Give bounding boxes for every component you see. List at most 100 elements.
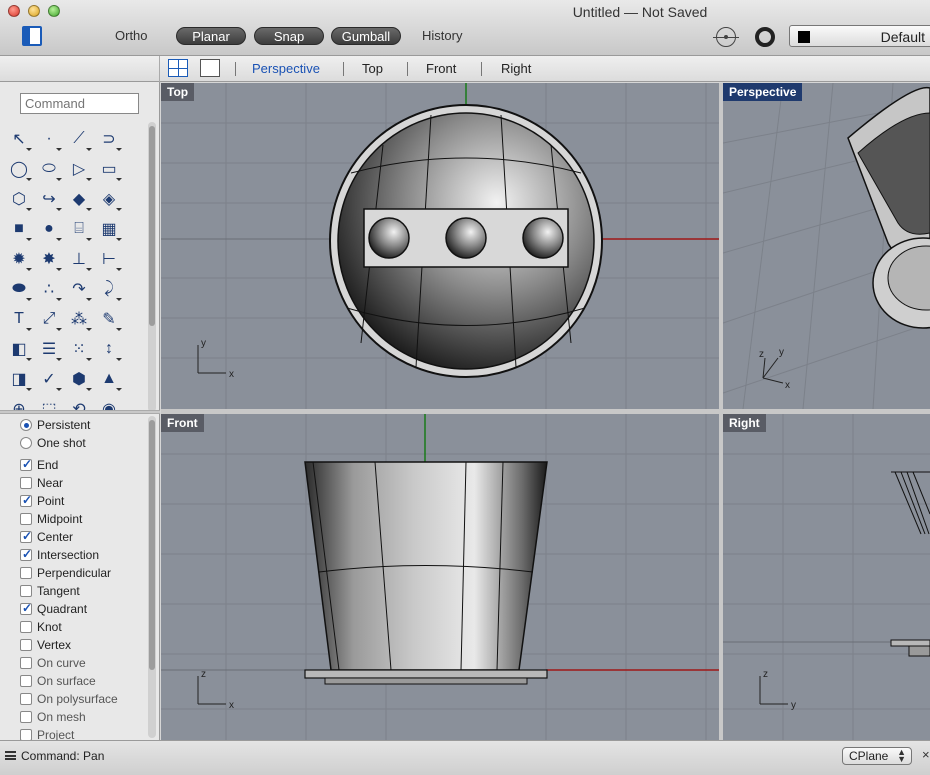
circle-icon[interactable]: ◯ <box>6 156 32 182</box>
single-view-icon[interactable] <box>200 59 220 77</box>
close-window-button[interactable] <box>8 5 20 17</box>
minimize-window-button[interactable] <box>28 5 40 17</box>
fillet-edge-icon[interactable]: ⤸ <box>96 276 122 302</box>
osnap-scroll-thumb[interactable] <box>149 420 155 670</box>
array-icon[interactable]: ⁂ <box>66 306 92 332</box>
viewport-front[interactable]: zx Front <box>161 414 719 740</box>
trim-icon[interactable]: ⊢ <box>96 246 122 272</box>
planar-toggle[interactable]: Planar <box>176 27 246 45</box>
checkbox[interactable] <box>20 477 32 489</box>
mesh-plane-icon[interactable]: ▦ <box>96 216 122 242</box>
rectangle-icon[interactable]: ▭ <box>96 156 122 182</box>
checkbox[interactable] <box>20 657 32 669</box>
osnap-option[interactable]: Intersection <box>0 546 148 564</box>
contour-icon[interactable]: ☰ <box>36 336 62 362</box>
analyze-icon[interactable]: ⬢ <box>66 366 92 392</box>
text-icon[interactable]: T <box>6 306 32 332</box>
material-icon[interactable]: ◉ <box>96 396 122 410</box>
explode-icon[interactable]: ✸ <box>36 246 62 272</box>
osnap-option[interactable]: Center <box>0 528 148 546</box>
tab-right[interactable]: Right <box>501 61 531 76</box>
viewport-perspective[interactable]: x y z Perspective <box>723 83 930 409</box>
osnap-option[interactable]: End <box>0 456 148 474</box>
checkbox[interactable] <box>20 675 32 687</box>
osnap-option[interactable]: On surface <box>0 672 148 690</box>
osnap-option[interactable]: Persistent <box>0 416 148 434</box>
ortho-toggle[interactable]: Ortho <box>115 28 148 43</box>
osnap-option[interactable]: Project <box>0 726 148 740</box>
viewport-label-front[interactable]: Front <box>161 414 204 432</box>
close-icon[interactable]: × <box>922 747 930 762</box>
material-ring-icon[interactable] <box>755 27 775 47</box>
hexagon-icon[interactable]: ⬡ <box>6 186 32 212</box>
osnap-option[interactable]: Knot <box>0 618 148 636</box>
checkbox[interactable] <box>20 693 32 705</box>
tab-perspective[interactable]: Perspective <box>252 61 320 76</box>
block-icon[interactable]: ◧ <box>6 336 32 362</box>
viewport-top[interactable]: yx Top <box>161 83 719 409</box>
osnap-option[interactable]: On polysurface <box>0 690 148 708</box>
checkbox[interactable] <box>20 639 32 651</box>
tab-top[interactable]: Top <box>362 61 383 76</box>
boolean-union-icon[interactable]: ⬬ <box>6 276 32 302</box>
checkbox[interactable] <box>20 585 32 597</box>
move-icon[interactable]: ⤢ <box>36 306 62 332</box>
osnap-option[interactable]: On mesh <box>0 708 148 726</box>
check-icon[interactable]: ✓ <box>36 366 62 392</box>
split-icon[interactable]: ⊥ <box>66 246 92 272</box>
polyline-icon[interactable]: ⟋ <box>66 126 92 152</box>
viewport-label-top[interactable]: Top <box>161 83 195 101</box>
checkbox[interactable] <box>20 567 32 579</box>
viewport-label-right[interactable]: Right <box>723 414 766 432</box>
dimension-icon[interactable]: ↕ <box>96 336 122 362</box>
checkbox[interactable] <box>20 621 32 633</box>
osnap-option[interactable]: Perpendicular <box>0 564 148 582</box>
polygon-icon[interactable]: ▷ <box>66 156 92 182</box>
layer-dropdown[interactable]: Default <box>789 25 930 47</box>
sphere-solid-icon[interactable]: ● <box>36 216 62 242</box>
extrude-surface-icon[interactable]: ◈ <box>96 186 122 212</box>
zoom-icon[interactable]: ⊕ <box>6 396 32 410</box>
select-arrow-icon[interactable]: ↖ <box>6 126 32 152</box>
offset-curve-icon[interactable]: ↷ <box>66 276 92 302</box>
viewport-right[interactable]: zy Right <box>723 414 930 740</box>
checkbox[interactable] <box>20 601 32 615</box>
snap-toggle[interactable]: Snap <box>254 27 324 45</box>
history-toggle[interactable]: History <box>422 28 462 43</box>
viewport-splitter-horizontal[interactable] <box>161 409 930 414</box>
box-solid-icon[interactable]: ■ <box>6 216 32 242</box>
checkbox[interactable] <box>20 457 32 471</box>
boolean-difference-icon[interactable]: ∴ <box>36 276 62 302</box>
tool-scroll-thumb[interactable] <box>149 126 155 326</box>
tab-front[interactable]: Front <box>426 61 456 76</box>
osnap-option[interactable]: Vertex <box>0 636 148 654</box>
osnap-scrollbar[interactable] <box>148 416 156 738</box>
surface-from-points-icon[interactable]: ◆ <box>66 186 92 212</box>
osnap-option[interactable]: Quadrant <box>0 600 148 618</box>
target-icon[interactable] <box>713 27 739 47</box>
radio-button[interactable] <box>20 437 32 449</box>
command-history-menu-icon[interactable] <box>5 751 16 760</box>
osnap-option[interactable]: Tangent <box>0 582 148 600</box>
cylinder-solid-icon[interactable]: ⌸ <box>66 216 92 242</box>
zoom-window-button[interactable] <box>48 5 60 17</box>
viewport-label-perspective[interactable]: Perspective <box>723 83 803 101</box>
rotate-view-icon[interactable]: ⟲ <box>66 396 92 410</box>
render-icon[interactable]: ▲ <box>96 366 122 392</box>
tool-scrollbar[interactable] <box>148 122 156 412</box>
checkbox[interactable] <box>20 729 32 740</box>
layer-icon[interactable]: ◨ <box>6 366 32 392</box>
cplane-select[interactable]: CPlane ▲ ▼ <box>842 747 912 765</box>
grid-array-icon[interactable]: ⁙ <box>66 336 92 362</box>
osnap-option[interactable]: Near <box>0 474 148 492</box>
panel-divider[interactable] <box>0 410 160 414</box>
curve-icon[interactable]: ⊃ <box>96 126 122 152</box>
command-input[interactable] <box>20 93 139 114</box>
osnap-option[interactable]: On curve <box>0 654 148 672</box>
fillet-curve-icon[interactable]: ↪ <box>36 186 62 212</box>
checkbox[interactable] <box>20 711 32 723</box>
osnap-option[interactable]: Midpoint <box>0 510 148 528</box>
radio-button[interactable] <box>20 419 32 431</box>
ellipse-icon[interactable]: ⬭ <box>36 156 62 182</box>
gear-explode-icon[interactable]: ✹ <box>6 246 32 272</box>
